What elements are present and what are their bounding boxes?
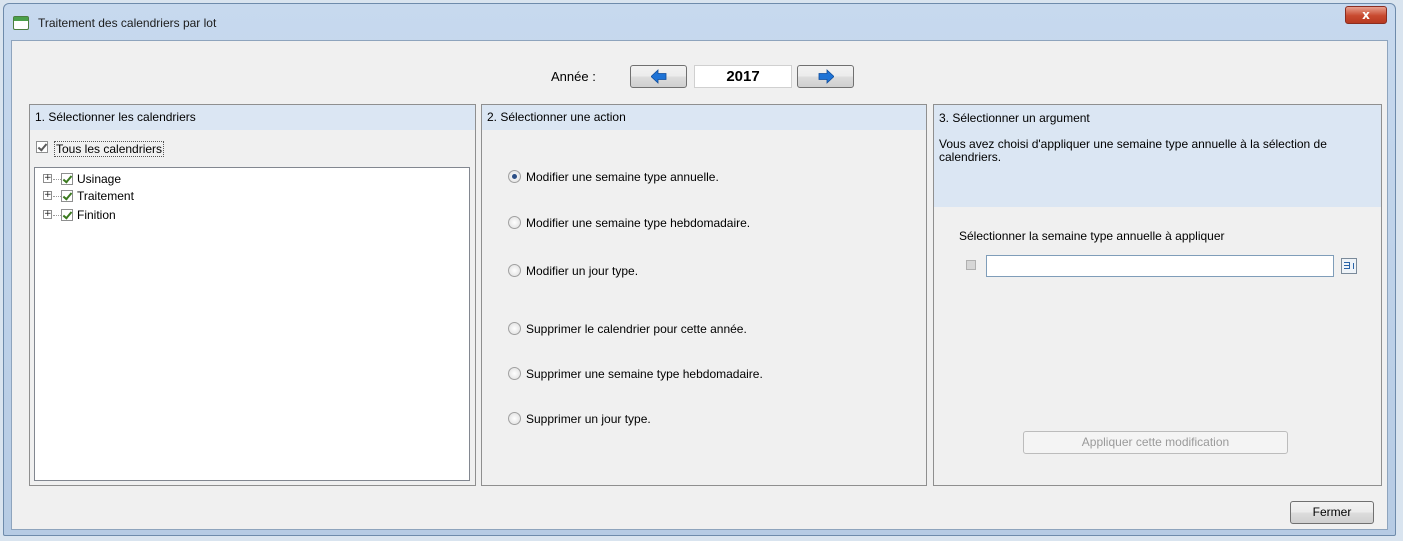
actions-panel-header: 2. Sélectionner une action (482, 105, 926, 130)
week-type-input[interactable] (986, 255, 1334, 277)
clear-icon[interactable] (966, 260, 976, 270)
expand-icon[interactable]: + (43, 191, 52, 200)
tree-item-label: Usinage (77, 172, 122, 186)
expand-icon[interactable]: + (43, 210, 52, 219)
argument-info-text: Vous avez choisi d'appliquer une semaine… (939, 137, 1327, 164)
arrow-left-icon (651, 69, 667, 84)
usinage-checkbox[interactable] (61, 173, 73, 185)
window-title: Traitement des calendriers par lot (38, 16, 217, 30)
week-type-select-label: Sélectionner la semaine type annuelle à … (959, 229, 1225, 243)
all-calendars-label[interactable]: Tous les calendriers (54, 141, 165, 157)
action-option-label: Supprimer un jour type. (526, 412, 651, 426)
action-option-label: Modifier une semaine type hebdomadaire. (526, 216, 751, 230)
year-value: 2017 (694, 65, 792, 88)
calendars-panel: 1. Sélectionner les calendriers Tous les… (29, 104, 476, 486)
action-option-label: Modifier une semaine type annuelle. (526, 170, 719, 184)
radio-button[interactable] (508, 412, 521, 425)
dialog-window: Traitement des calendriers par lot x Ann… (3, 3, 1396, 536)
radio-button[interactable] (508, 264, 521, 277)
argument-panel: 3. Sélectionner un argument Vous avez ch… (933, 104, 1382, 486)
action-option-label: Supprimer le calendrier pour cette année… (526, 322, 747, 336)
action-option-label: Supprimer une semaine type hebdomadaire. (526, 367, 763, 381)
radio-button[interactable] (508, 322, 521, 335)
tree-item-label: Finition (77, 208, 116, 222)
close-dialog-button[interactable]: Fermer (1290, 501, 1374, 524)
radio-button[interactable] (508, 170, 521, 183)
arrow-right-icon (818, 69, 834, 84)
radio-button[interactable] (508, 367, 521, 380)
apply-modification-button[interactable]: Appliquer cette modification (1023, 431, 1288, 454)
calendar-tree: + Usinage + Traitement + Finition (34, 167, 470, 481)
finition-checkbox[interactable] (61, 209, 73, 221)
dialog-client: Année : 2017 1. Sélectionner les calendr… (11, 40, 1388, 530)
list-picker-icon[interactable] (1341, 258, 1357, 274)
argument-panel-title: 3. Sélectionner un argument (939, 111, 1090, 125)
action-option-label: Modifier un jour type. (526, 264, 639, 278)
window-close-button[interactable]: x (1345, 6, 1387, 24)
title-bar: Traitement des calendriers par lot x (4, 4, 1395, 40)
year-label: Année : (551, 69, 596, 84)
argument-panel-header: 3. Sélectionner un argument Vous avez ch… (934, 105, 1381, 207)
all-calendars-checkbox[interactable] (36, 141, 48, 153)
expand-icon[interactable]: + (43, 174, 52, 183)
calendars-panel-header: 1. Sélectionner les calendriers (30, 105, 475, 130)
next-year-button[interactable] (797, 65, 854, 88)
radio-button[interactable] (508, 216, 521, 229)
actions-panel: 2. Sélectionner une action Modifier une … (481, 104, 927, 486)
calendar-icon (13, 16, 29, 30)
traitement-checkbox[interactable] (61, 190, 73, 202)
tree-item-label: Traitement (77, 189, 134, 203)
previous-year-button[interactable] (630, 65, 687, 88)
